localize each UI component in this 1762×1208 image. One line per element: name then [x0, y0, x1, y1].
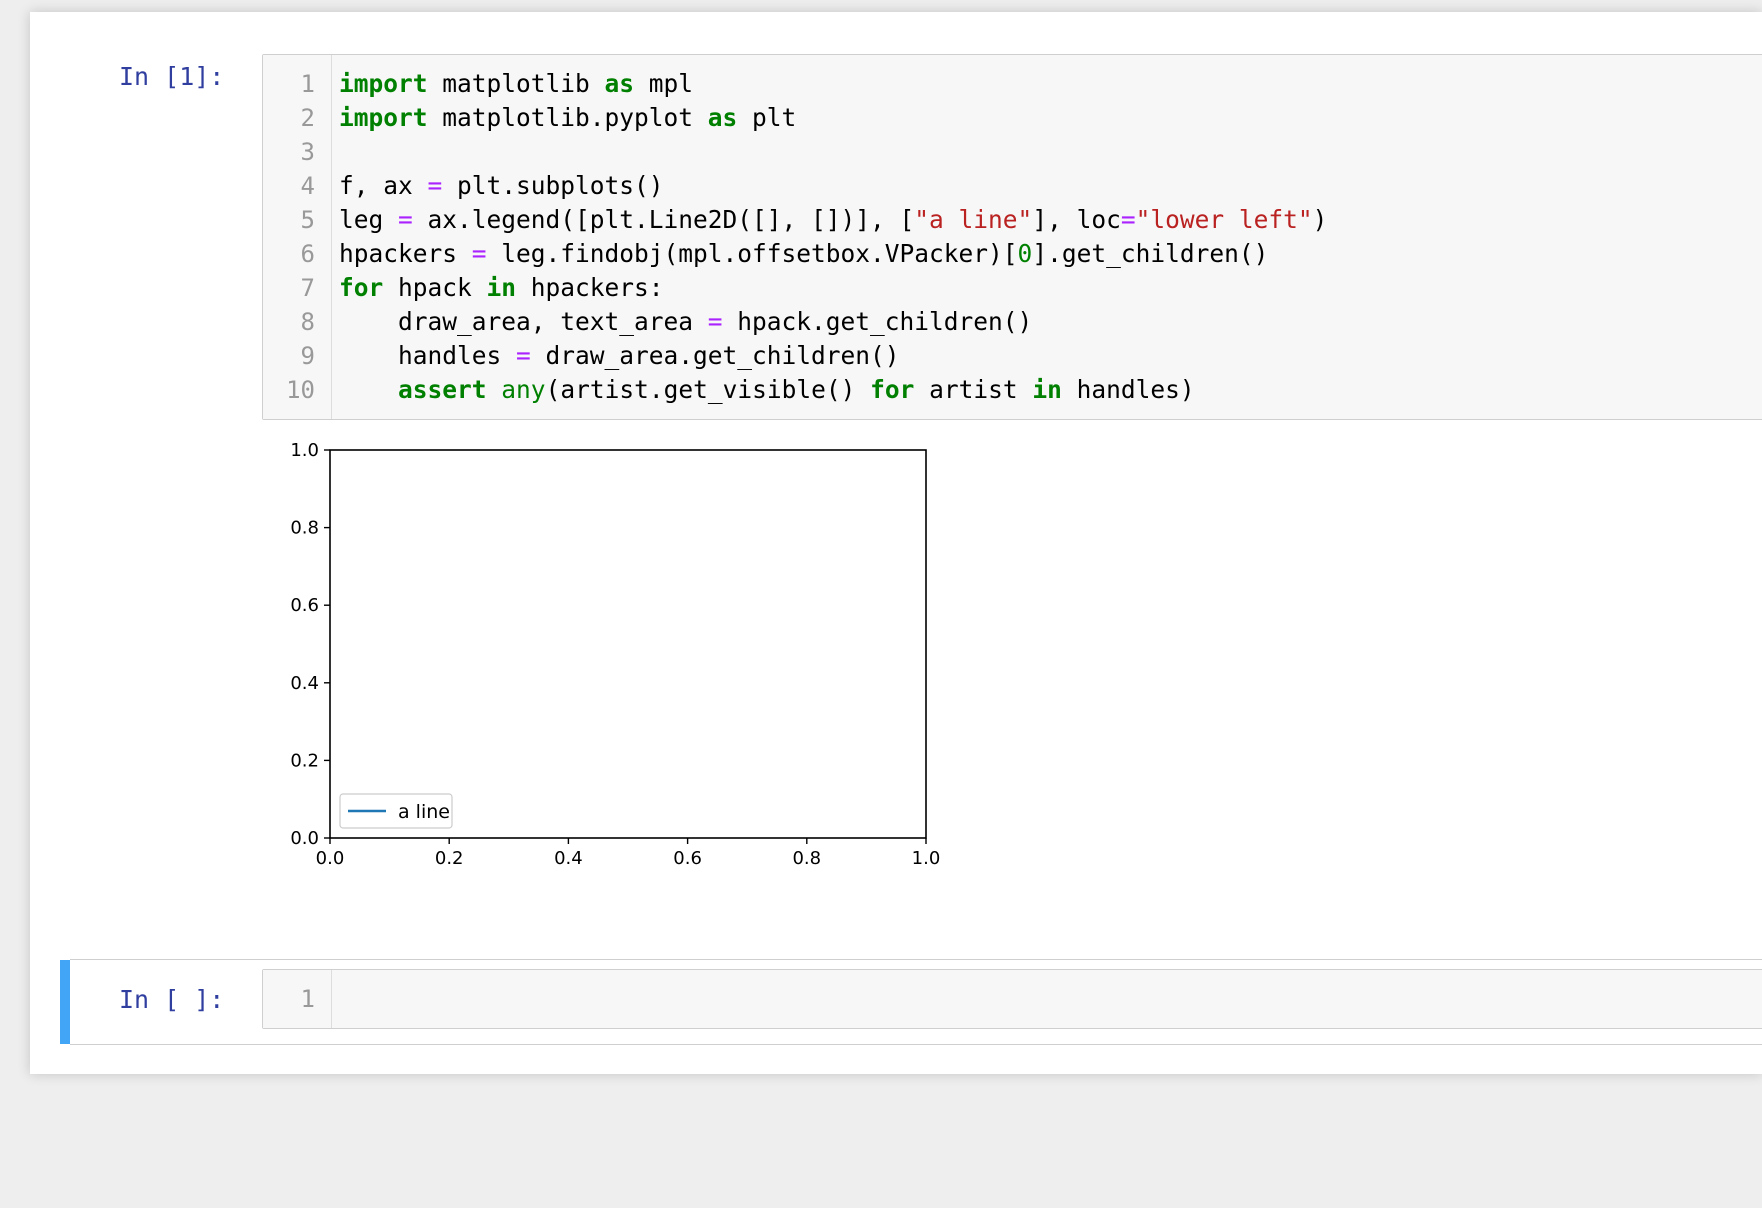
code-token: for — [870, 375, 915, 404]
code-token: hpack.get_children() — [722, 307, 1033, 336]
code-text: hpackers = leg.findobj(mpl.offsetbox.VPa… — [339, 237, 1268, 271]
code-line[interactable]: 5 leg = ax.legend([plt.Line2D([], [])], [… — [263, 203, 1762, 237]
line-number: 8 — [300, 308, 315, 336]
code-token: matplotlib.pyplot — [427, 103, 708, 132]
code-token: hpack — [383, 273, 487, 302]
code-token: plt — [737, 103, 797, 132]
code-token: ) — [1312, 205, 1328, 234]
code-line[interactable]: 7 for hpack in hpackers: — [263, 271, 1762, 305]
code-token: as — [604, 69, 635, 98]
line-number: 3 — [300, 138, 315, 166]
code-token: as — [707, 103, 738, 132]
code-text: draw_area, text_area = hpack.get_childre… — [339, 305, 1032, 339]
code-token: assert — [398, 375, 487, 404]
code-token: matplotlib — [427, 69, 605, 98]
code-token: artist — [914, 375, 1033, 404]
code-line[interactable]: 9 handles = draw_area.get_children() — [263, 339, 1762, 373]
axes-frame — [329, 449, 927, 839]
code-token: = — [427, 171, 443, 200]
code-token: draw_area.get_children() — [530, 341, 900, 370]
y-tick-label: 0.4 — [290, 673, 319, 694]
code-token: = — [516, 341, 531, 370]
code-text: for hpack in hpackers: — [339, 271, 664, 305]
line-number: 1 — [300, 985, 315, 1013]
code-text: leg = ax.legend([plt.Line2D([], [])], ["… — [339, 203, 1327, 237]
code-token: = — [1120, 205, 1136, 234]
y-tick-label: 0.0 — [290, 828, 319, 849]
code-token: "lower left" — [1135, 205, 1313, 234]
legend-label: a line — [398, 801, 450, 823]
code-lines: 1 — [263, 982, 1762, 1016]
code-token: ].get_children() — [1032, 239, 1269, 268]
matplotlib-figure: 0.0 0.2 0.4 0.6 0.8 1.0 0.0 0.2 0.4 0.6 0.8 1.0 a li… — [290, 440, 941, 869]
code-token: = — [398, 205, 413, 234]
code-token: hpackers — [339, 239, 472, 268]
x-tick-label: 0.8 — [792, 848, 821, 869]
y-tick-label: 1.0 — [290, 440, 319, 461]
code-line[interactable]: 1 import matplotlib as mpl — [263, 67, 1762, 101]
code-token: leg — [339, 205, 399, 234]
line-number: 5 — [300, 206, 315, 234]
x-tick-label: 1.0 — [912, 848, 941, 869]
code-token: in — [486, 273, 517, 302]
code-editor[interactable]: 1 — [262, 969, 1762, 1029]
code-line[interactable]: 2 import matplotlib.pyplot as plt — [263, 101, 1762, 135]
code-token: for — [339, 273, 384, 302]
cell-prompt: In [ ]: — [119, 985, 225, 1014]
line-number: 6 — [300, 240, 315, 268]
code-token: "a line" — [914, 205, 1033, 234]
code-token: = — [707, 307, 723, 336]
x-tick-label: 0.2 — [435, 848, 464, 869]
code-text: f, ax = plt.subplots() — [339, 169, 664, 203]
code-token: mpl — [634, 69, 694, 98]
code-token: import — [339, 103, 428, 132]
code-text: assert any(artist.get_visible() for arti… — [339, 373, 1195, 407]
cell-prompt: In [1]: — [119, 62, 225, 91]
cell-output: 0.0 0.2 0.4 0.6 0.8 1.0 0.0 0.2 0.4 0.6 0.8 1.0 a li… — [262, 430, 1042, 930]
code-editor[interactable]: 1 import matplotlib as mpl 2 import matplot… — [262, 54, 1762, 420]
code-token: leg.findobj(mpl.offsetbox.VPacker)[ — [486, 239, 1018, 268]
code-token: plt.subplots() — [442, 171, 664, 200]
code-token: 0 — [1017, 239, 1033, 268]
y-tick-label: 0.6 — [290, 595, 319, 616]
code-lines: 1 import matplotlib as mpl 2 import matplot… — [263, 67, 1762, 407]
code-text: handles = draw_area.get_children() — [339, 339, 900, 373]
y-tick-label: 0.2 — [290, 750, 319, 771]
code-line[interactable]: 10 assert any(artist.get_visible() for a… — [263, 373, 1762, 407]
code-token: ], loc — [1032, 205, 1121, 234]
code-text: import matplotlib.pyplot as plt — [339, 101, 796, 135]
x-tick-label: 0.0 — [316, 848, 345, 869]
code-token: handles) — [1061, 375, 1195, 404]
code-text: import matplotlib as mpl — [339, 67, 693, 101]
line-number: 4 — [300, 172, 315, 200]
x-tick-label: 0.6 — [673, 848, 702, 869]
code-token: f, ax — [339, 171, 428, 200]
line-number: 10 — [286, 376, 315, 404]
code-token: ax.legend([plt.Line2D([], [])], [ — [412, 205, 915, 234]
x-tick-label: 0.4 — [554, 848, 583, 869]
code-token: draw_area, text_area — [339, 307, 708, 336]
code-token: = — [471, 239, 487, 268]
code-line[interactable]: 6 hpackers = leg.findobj(mpl.offsetbox.VP… — [263, 237, 1762, 271]
code-token: (artist.get_visible() — [545, 375, 871, 404]
line-number: 2 — [300, 104, 315, 132]
code-token: any — [501, 375, 546, 404]
selected-cell-indicator — [60, 960, 70, 1044]
code-line[interactable]: 4 f, ax = plt.subplots() — [263, 169, 1762, 203]
y-tick-label: 0.8 — [290, 518, 319, 539]
code-line[interactable]: 8 draw_area, text_area = hpack.get_child… — [263, 305, 1762, 339]
line-number: 7 — [300, 274, 315, 302]
line-number: 1 — [300, 70, 315, 98]
code-line[interactable]: 1 — [263, 982, 1762, 1016]
line-number: 9 — [300, 342, 315, 370]
code-token: hpackers: — [516, 273, 664, 302]
code-token: handles — [339, 341, 517, 370]
code-line[interactable]: 3 — [263, 135, 1762, 169]
code-token: in — [1032, 375, 1062, 404]
code-token: import — [339, 69, 428, 98]
